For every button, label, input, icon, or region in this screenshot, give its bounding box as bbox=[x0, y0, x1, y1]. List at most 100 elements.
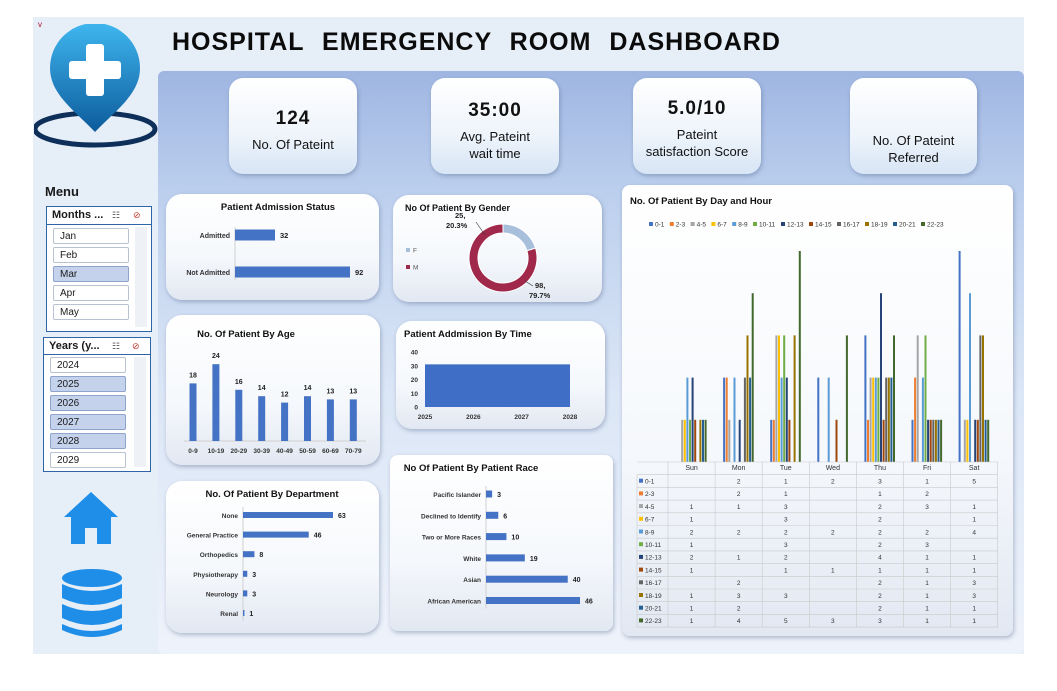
table-cell: 1 bbox=[972, 618, 976, 625]
bar bbox=[911, 419, 914, 462]
table-row-label: 16-17 bbox=[645, 580, 662, 587]
category-label: African American bbox=[427, 599, 481, 606]
table-cell: 4 bbox=[878, 555, 882, 562]
bar bbox=[827, 377, 830, 462]
bar bbox=[982, 335, 984, 462]
multi-select-icon[interactable]: ☷ bbox=[112, 210, 120, 221]
clear-filter-icon[interactable]: ⊘ bbox=[133, 210, 141, 221]
slicer-item-jan[interactable]: Jan bbox=[53, 228, 129, 244]
slicer-divider bbox=[44, 354, 150, 355]
table-cell: 2 bbox=[878, 504, 882, 511]
table-cell: 3 bbox=[831, 618, 835, 625]
kpi-value: 35:00 bbox=[468, 100, 522, 121]
bar bbox=[486, 533, 507, 541]
category-label: 50-59 bbox=[299, 448, 316, 455]
years-scrollbar[interactable] bbox=[134, 357, 146, 467]
category-label: 0-9 bbox=[188, 448, 198, 455]
kpi-value bbox=[850, 100, 977, 122]
bar bbox=[934, 419, 937, 462]
x-tick-label: 2028 bbox=[563, 414, 578, 421]
legend-swatch bbox=[639, 618, 643, 623]
slicer-item-2024[interactable]: 2024 bbox=[50, 357, 126, 373]
category-label: 70-79 bbox=[345, 448, 362, 455]
table-cell: 2 bbox=[784, 555, 788, 562]
legend-label: 0-1 bbox=[655, 222, 665, 229]
legend-label: F bbox=[413, 248, 417, 255]
legend-label: M bbox=[413, 265, 418, 272]
y-tick-label: 0 bbox=[414, 405, 418, 412]
bar bbox=[835, 419, 838, 462]
chart-title: Patient Addmission By Time bbox=[404, 329, 532, 340]
legend-swatch bbox=[690, 222, 695, 226]
bar bbox=[743, 377, 746, 462]
category-label: 20-29 bbox=[230, 448, 247, 455]
multi-select-icon[interactable]: ☷ bbox=[112, 341, 120, 352]
table-row-label: 20-21 bbox=[645, 606, 662, 613]
legend-swatch bbox=[639, 567, 643, 572]
bar bbox=[877, 377, 880, 462]
table-cell: 3 bbox=[878, 479, 882, 486]
kpi-card-satisfaction: 5.0/10 Pateint satisfaction Score bbox=[633, 78, 761, 174]
chart-title: No. Of Patient By Age bbox=[197, 329, 295, 340]
bar bbox=[243, 610, 245, 616]
bar bbox=[212, 364, 220, 441]
clear-filter-icon[interactable]: ⊘ bbox=[132, 341, 140, 352]
home-icon[interactable] bbox=[62, 490, 120, 546]
bar bbox=[751, 293, 754, 462]
data-label: 3 bbox=[252, 591, 256, 598]
data-label: 6 bbox=[503, 513, 507, 520]
slicer-item-2029[interactable]: 2029 bbox=[50, 452, 126, 468]
bar bbox=[689, 419, 691, 462]
months-slicer-header: Months ... bbox=[52, 209, 104, 221]
kpi-card-referred: No. Of Pateint Referred bbox=[850, 78, 977, 174]
legend-swatch bbox=[781, 222, 785, 226]
slicer-item-apr[interactable]: Apr bbox=[53, 285, 129, 301]
table-row-label: 6-7 bbox=[645, 517, 655, 524]
bar bbox=[699, 419, 702, 462]
slicer-item-2025[interactable]: 2025 bbox=[50, 376, 126, 392]
bar bbox=[733, 377, 736, 462]
data-label: 3 bbox=[252, 572, 256, 579]
slicer-item-may[interactable]: May bbox=[53, 304, 129, 320]
bar bbox=[775, 335, 778, 462]
category-label: 30-39 bbox=[253, 448, 270, 455]
years-slicer: Years (y... ☷ ⊘ 2024 2025 2026 2027 2028… bbox=[43, 337, 151, 472]
bar bbox=[486, 511, 499, 519]
kpi-card-patients: 124 No. Of Pateint bbox=[229, 78, 357, 174]
table-cell: 2 bbox=[925, 491, 929, 498]
table-cell: 1 bbox=[925, 555, 929, 562]
data-label: 14 bbox=[258, 385, 266, 392]
bar bbox=[780, 377, 783, 462]
bar bbox=[189, 383, 197, 441]
bar bbox=[243, 512, 333, 518]
months-scrollbar[interactable] bbox=[135, 227, 147, 327]
table-cell: 1 bbox=[972, 567, 976, 574]
category-label: General Practice bbox=[187, 533, 239, 540]
kpi-label: Pateint bbox=[676, 127, 718, 142]
legend-swatch bbox=[865, 222, 869, 226]
legend-swatch bbox=[753, 222, 757, 226]
table-cell: 1 bbox=[690, 542, 694, 549]
legend-swatch bbox=[649, 222, 653, 226]
table-cell: 1 bbox=[972, 504, 976, 511]
department-chart: No. Of Patient By Department None 63 Genera… bbox=[187, 489, 346, 621]
slicer-item-2027[interactable]: 2027 bbox=[50, 414, 126, 430]
database-icon[interactable] bbox=[60, 568, 124, 640]
slicer-item-feb[interactable]: Feb bbox=[53, 247, 129, 263]
table-cell: 3 bbox=[878, 618, 882, 625]
bar bbox=[235, 389, 243, 441]
slicer-item-2026[interactable]: 2026 bbox=[50, 395, 126, 411]
slicer-item-mar[interactable]: Mar bbox=[53, 266, 129, 282]
slicer-item-2028[interactable]: 2028 bbox=[50, 433, 126, 449]
table-cell: 1 bbox=[737, 555, 741, 562]
bar bbox=[281, 402, 289, 441]
data-label: 79.7% bbox=[529, 291, 551, 300]
bar bbox=[916, 335, 919, 462]
table-cell: 1 bbox=[690, 504, 694, 511]
data-label: 18 bbox=[189, 372, 197, 379]
table-cell: 2 bbox=[784, 529, 788, 536]
table-cell: 4 bbox=[737, 618, 741, 625]
data-label: 13 bbox=[349, 388, 357, 395]
table-cell: 2 bbox=[737, 606, 741, 613]
bar bbox=[243, 570, 248, 577]
